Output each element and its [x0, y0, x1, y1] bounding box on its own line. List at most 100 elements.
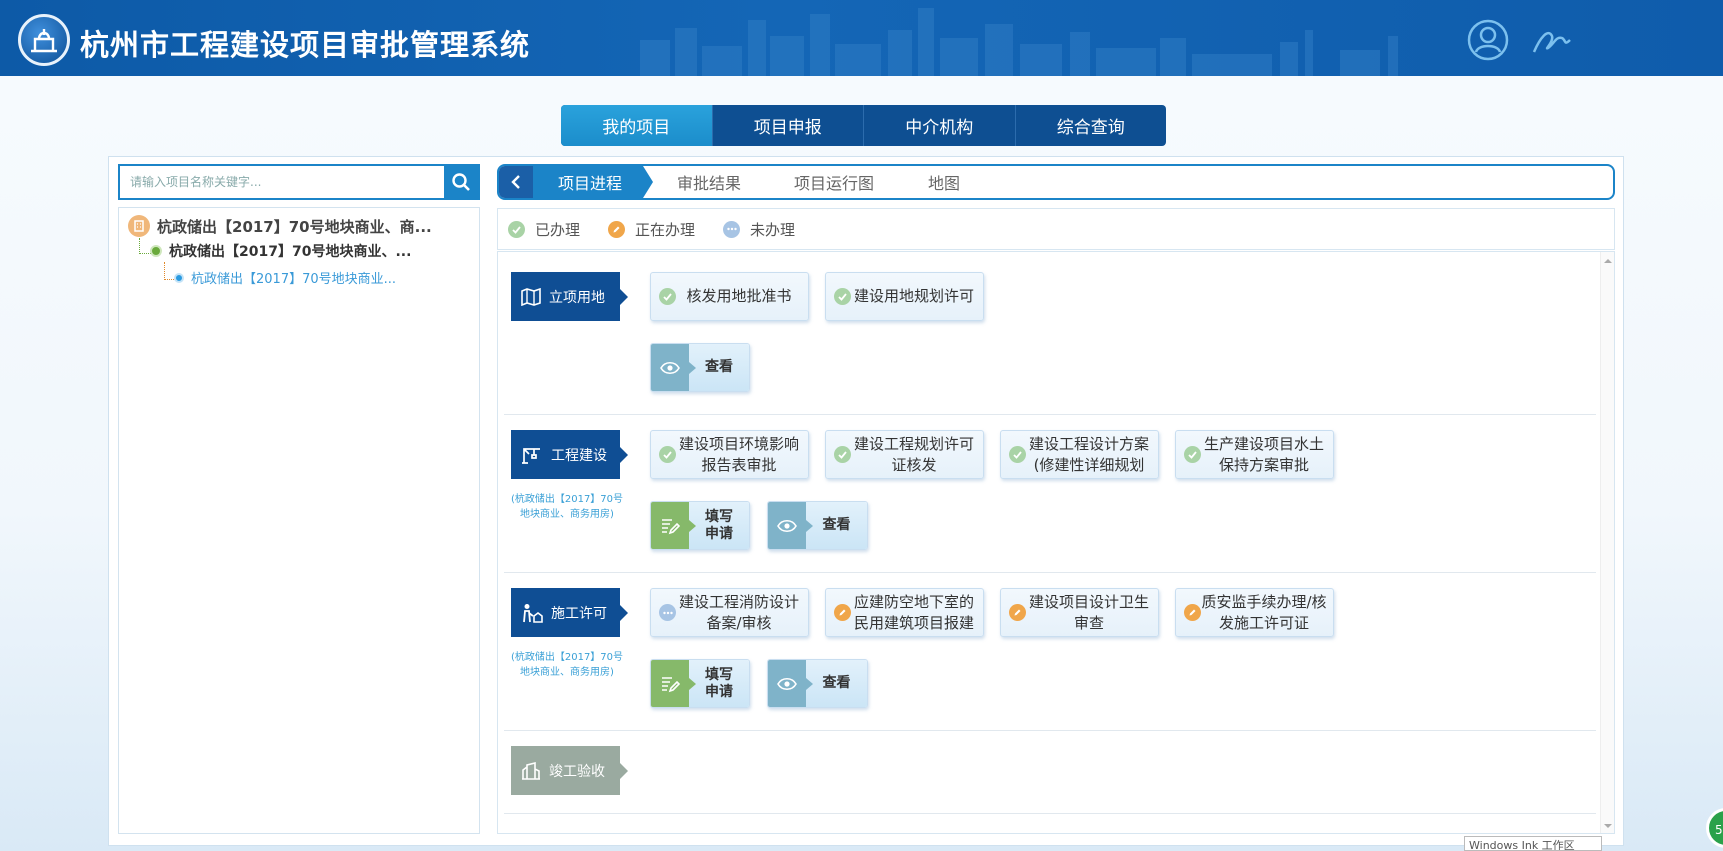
task-card[interactable]: 建设工程设计方案 (修建性详细规划 [1000, 430, 1159, 479]
stage-label: 竣工验收 [549, 763, 605, 780]
task-card-label: 建设工程设计方案 (修建性详细规划 [1028, 434, 1149, 474]
task-card[interactable]: 建设项目环境影响 报告表审批 [650, 430, 809, 479]
user-avatar-icon[interactable] [1466, 18, 1510, 62]
nav-comprehensive-query[interactable]: 综合查询 [1014, 105, 1167, 146]
project-tree: 杭政储出【2017】70号地块商业、商... 杭政储出【2017】70号地块商业… [118, 207, 480, 834]
stage-label: 工程建设 [551, 447, 607, 464]
tree-grandchild-label: 杭政储出【2017】70号地块商业... [191, 272, 397, 287]
task-card-label: 建设工程规划许可 证核发 [853, 434, 974, 474]
building-icon [128, 215, 150, 237]
tree-child-label: 杭政储出【2017】70号地块商业、... [169, 244, 412, 260]
task-card[interactable]: 建设工程规划许可 证核发 [825, 430, 984, 479]
stage-divider [504, 572, 1596, 573]
view-button[interactable]: 查看 [767, 659, 868, 708]
back-button[interactable] [499, 166, 533, 198]
project-search [118, 164, 480, 200]
task-card[interactable]: 应建防空地下室的 民用建筑项目报建 [825, 588, 984, 637]
tree-root-item[interactable]: 杭政储出【2017】70号地块商业、商... [128, 215, 432, 237]
stage-divider [504, 414, 1596, 415]
pencil-icon [608, 220, 626, 238]
fill-application-label: 填写 申请 [689, 502, 749, 549]
windows-ink-label[interactable]: Windows Ink 工作区 [1464, 836, 1602, 851]
tree-root-label: 杭政储出【2017】70号地块商业、商... [157, 217, 432, 236]
ellipsis-icon [659, 604, 676, 621]
check-icon [1009, 446, 1026, 463]
crane-icon [522, 447, 540, 464]
tree-child-item[interactable]: 杭政储出【2017】70号地块商业、... [150, 241, 411, 261]
corner-badge[interactable]: 55 [1706, 808, 1723, 848]
legend-done-label: 已办理 [535, 220, 581, 239]
stage-note: (杭政储出【2017】70号 地块商业、商务用房) [510, 652, 624, 678]
search-input[interactable] [120, 166, 444, 198]
task-card-label: 建设项目环境影响 报告表审批 [678, 434, 799, 474]
check-icon [834, 446, 851, 463]
search-icon [452, 173, 470, 191]
task-card-label: 建设用地规划许可 [853, 287, 974, 305]
building-icon [522, 761, 540, 780]
task-card-label: 生产建设项目水土 保持方案审批 [1203, 434, 1324, 474]
tree-grandchild-item[interactable]: 杭政储出【2017】70号地块商业... [174, 268, 396, 287]
stage-label: 立项用地 [549, 289, 605, 306]
signature-icon[interactable] [1530, 18, 1574, 62]
pencil-icon [1184, 604, 1201, 621]
edit-form-icon [651, 660, 689, 707]
city-seal-icon [18, 14, 70, 66]
stage-construction-permit[interactable]: 施工许可 [511, 588, 628, 637]
scroll-down-icon [1604, 824, 1612, 828]
worker-icon [523, 603, 543, 623]
task-card-label: 质安监手续办理/核 发施工许可证 [1201, 592, 1327, 632]
task-card[interactable]: 建设用地规划许可 [825, 272, 984, 321]
pencil-icon [1009, 604, 1026, 621]
check-icon [659, 288, 676, 305]
view-button[interactable]: 查看 [650, 343, 750, 392]
task-card[interactable]: 核发用地批准书 [650, 272, 809, 321]
stage-divider [504, 813, 1596, 814]
app-header: 杭州市工程建设项目审批管理系统 [0, 0, 1723, 76]
view-button-label: 查看 [689, 344, 749, 391]
tab-project-progress[interactable]: 项目进程 [558, 166, 622, 198]
main-nav: 我的项目 项目申报 中介机构 综合查询 [561, 105, 1166, 146]
search-button[interactable] [444, 166, 478, 198]
task-card-label: 应建防空地下室的 民用建筑项目报建 [853, 592, 974, 632]
fill-application-label: 填写 申请 [689, 660, 749, 707]
map-icon [521, 287, 541, 306]
task-card-label: 建设项目设计卫生 审查 [1028, 592, 1149, 632]
tab-map[interactable]: 地图 [928, 166, 960, 198]
ellipsis-icon [723, 220, 741, 238]
status-legend: 已办理 正在办理 未办理 [497, 208, 1615, 250]
nav-intermediary-agencies[interactable]: 中介机构 [863, 105, 1015, 146]
fill-application-button[interactable]: 填写 申请 [650, 501, 750, 550]
task-card-label: 核发用地批准书 [686, 287, 792, 305]
task-card[interactable]: 生产建设项目水土 保持方案审批 [1175, 430, 1334, 479]
task-card[interactable]: 质安监手续办理/核 发施工许可证 [1175, 588, 1334, 637]
check-icon [834, 288, 851, 305]
view-button[interactable]: 查看 [767, 501, 868, 550]
progress-content: 立项用地 核发用地批准书 建设用地规划许可 查看 工程建设 (杭政储出【2017… [497, 251, 1615, 834]
stage-note: (杭政储出【2017】70号 地块商业、商务用房) [510, 494, 624, 520]
stage-engineering-construction[interactable]: 工程建设 [511, 430, 628, 479]
fill-application-button[interactable]: 填写 申请 [650, 659, 750, 708]
pencil-icon [834, 604, 851, 621]
stage-completion-acceptance[interactable]: 竣工验收 [511, 746, 628, 795]
eye-icon [768, 502, 806, 549]
eye-icon [651, 344, 689, 391]
check-icon [508, 220, 525, 238]
eye-icon [768, 660, 806, 707]
legend-in-progress: 正在办理 [608, 219, 695, 240]
view-button-label: 查看 [806, 660, 867, 707]
task-card[interactable]: 建设项目设计卫生 审查 [1000, 588, 1159, 637]
vertical-scrollbar[interactable] [1600, 252, 1614, 833]
city-skyline-decoration [640, 8, 1398, 76]
check-icon [659, 446, 676, 463]
check-icon [1184, 446, 1201, 463]
task-card-label: 建设工程消防设计 备案/审核 [678, 592, 799, 632]
edit-form-icon [651, 502, 689, 549]
selected-dot-icon [174, 272, 184, 283]
nav-project-declaration[interactable]: 项目申报 [711, 105, 864, 146]
stage-project-land[interactable]: 立项用地 [511, 272, 628, 321]
task-card[interactable]: 建设工程消防设计 备案/审核 [650, 588, 809, 637]
nav-my-projects[interactable]: 我的项目 [561, 105, 712, 146]
detail-tabs: 项目进程 审批结果 项目运行图 地图 [497, 164, 1615, 200]
tab-project-run-chart[interactable]: 项目运行图 [794, 166, 874, 198]
tab-approval-results[interactable]: 审批结果 [677, 166, 741, 198]
